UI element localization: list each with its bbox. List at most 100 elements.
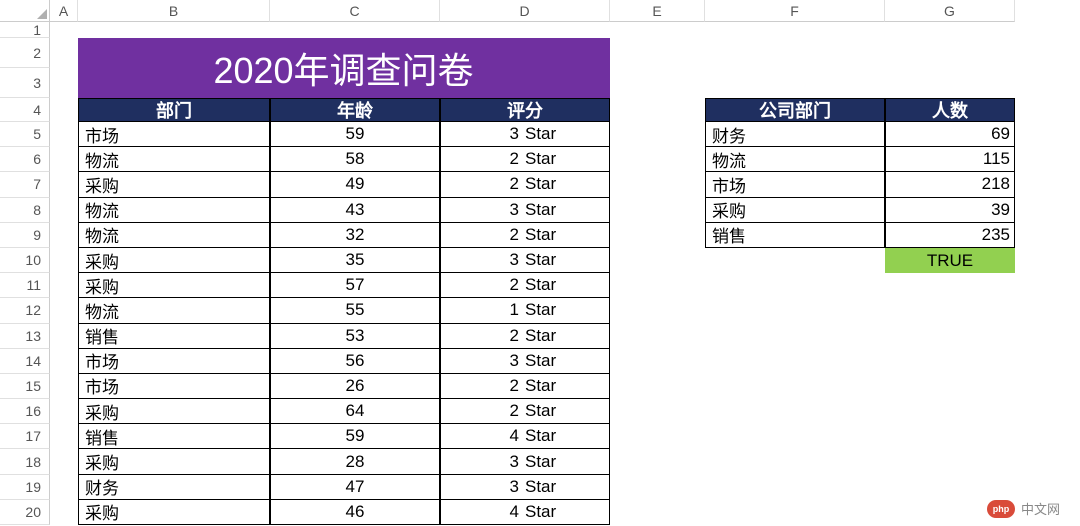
row-header-11[interactable]: 11 [0, 273, 50, 298]
col-header-C[interactable]: C [270, 0, 440, 22]
row-header-12[interactable]: 12 [0, 298, 50, 323]
main-cell-dept[interactable]: 财务 [78, 475, 270, 500]
cell-G11[interactable] [885, 273, 1015, 298]
main-cell-age[interactable]: 43 [270, 198, 440, 223]
main-cell-age[interactable]: 49 [270, 172, 440, 197]
summary-cell-count[interactable]: 235 [885, 223, 1015, 248]
main-cell-age[interactable]: 26 [270, 374, 440, 399]
main-cell-rating[interactable]: 2Star [440, 147, 610, 172]
cell-F1[interactable] [705, 22, 885, 38]
cell-F11[interactable] [705, 273, 885, 298]
cell-F2[interactable] [705, 38, 885, 68]
cell-E20[interactable] [610, 500, 705, 525]
main-cell-dept[interactable]: 销售 [78, 424, 270, 449]
summary-result[interactable]: TRUE [885, 248, 1015, 273]
cell-G15[interactable] [885, 374, 1015, 399]
summary-cell-count[interactable]: 39 [885, 198, 1015, 223]
main-cell-age[interactable]: 58 [270, 147, 440, 172]
cell-E17[interactable] [610, 424, 705, 449]
main-cell-age[interactable]: 32 [270, 223, 440, 248]
cell-A18[interactable] [50, 449, 78, 474]
cell-E2[interactable] [610, 38, 705, 68]
cell-E13[interactable] [610, 324, 705, 349]
cell-E10[interactable] [610, 248, 705, 273]
cell-E11[interactable] [610, 273, 705, 298]
col-header-G[interactable]: G [885, 0, 1015, 22]
main-cell-age[interactable]: 59 [270, 424, 440, 449]
cell-E3[interactable] [610, 68, 705, 98]
cell-E14[interactable] [610, 349, 705, 374]
main-cell-rating[interactable]: 2Star [440, 399, 610, 424]
summary-cell-dept[interactable]: 市场 [705, 172, 885, 197]
cell-A9[interactable] [50, 223, 78, 248]
row-header-4[interactable]: 4 [0, 98, 50, 122]
cell-A12[interactable] [50, 298, 78, 323]
cell-F19[interactable] [705, 475, 885, 500]
summary-cell-dept[interactable]: 财务 [705, 122, 885, 147]
cell-E7[interactable] [610, 172, 705, 197]
cell-E4[interactable] [610, 98, 705, 122]
col-header-B[interactable]: B [78, 0, 270, 22]
main-cell-dept[interactable]: 采购 [78, 399, 270, 424]
summary-cell-dept[interactable]: 物流 [705, 147, 885, 172]
main-header-dept[interactable]: 部门 [78, 98, 270, 122]
cell-A7[interactable] [50, 172, 78, 197]
cell-E8[interactable] [610, 198, 705, 223]
main-cell-rating[interactable]: 3Star [440, 449, 610, 474]
main-cell-age[interactable]: 59 [270, 122, 440, 147]
cell-E1[interactable] [610, 22, 705, 38]
row-header-16[interactable]: 16 [0, 399, 50, 424]
main-cell-dept[interactable]: 物流 [78, 198, 270, 223]
cell-A5[interactable] [50, 122, 78, 147]
main-cell-dept[interactable]: 物流 [78, 298, 270, 323]
main-cell-dept[interactable]: 市场 [78, 122, 270, 147]
cell-G18[interactable] [885, 449, 1015, 474]
main-cell-dept[interactable]: 市场 [78, 374, 270, 399]
row-header-13[interactable]: 13 [0, 324, 50, 349]
main-header-rating[interactable]: 评分 [440, 98, 610, 122]
cell-A4[interactable] [50, 98, 78, 122]
cell-E15[interactable] [610, 374, 705, 399]
cell-A8[interactable] [50, 198, 78, 223]
main-cell-rating[interactable]: 2Star [440, 172, 610, 197]
cell-E16[interactable] [610, 399, 705, 424]
cell-G3[interactable] [885, 68, 1015, 98]
cell-E9[interactable] [610, 223, 705, 248]
main-cell-age[interactable]: 53 [270, 324, 440, 349]
main-cell-age[interactable]: 55 [270, 298, 440, 323]
row-header-20[interactable]: 20 [0, 500, 50, 525]
main-cell-age[interactable]: 56 [270, 349, 440, 374]
row-header-3[interactable]: 3 [0, 68, 50, 98]
main-cell-rating[interactable]: 2Star [440, 273, 610, 298]
row-header-6[interactable]: 6 [0, 147, 50, 172]
cell-A10[interactable] [50, 248, 78, 273]
main-cell-dept[interactable]: 采购 [78, 172, 270, 197]
main-cell-dept[interactable]: 采购 [78, 273, 270, 298]
summary-header-count[interactable]: 人数 [885, 98, 1015, 122]
cell-G16[interactable] [885, 399, 1015, 424]
cell-F3[interactable] [705, 68, 885, 98]
main-cell-dept[interactable]: 销售 [78, 324, 270, 349]
cell-A6[interactable] [50, 147, 78, 172]
cell-G13[interactable] [885, 324, 1015, 349]
row-header-14[interactable]: 14 [0, 349, 50, 374]
summary-cell-count[interactable]: 218 [885, 172, 1015, 197]
main-cell-rating[interactable]: 3Star [440, 349, 610, 374]
cell-E19[interactable] [610, 475, 705, 500]
row-header-10[interactable]: 10 [0, 248, 50, 273]
cell-F10[interactable] [705, 248, 885, 273]
cell-F18[interactable] [705, 449, 885, 474]
main-cell-rating[interactable]: 3Star [440, 248, 610, 273]
main-cell-age[interactable]: 28 [270, 449, 440, 474]
cell-F12[interactable] [705, 298, 885, 323]
cell-A19[interactable] [50, 475, 78, 500]
main-cell-dept[interactable]: 市场 [78, 349, 270, 374]
main-cell-age[interactable]: 46 [270, 500, 440, 525]
col-header-F[interactable]: F [705, 0, 885, 22]
main-cell-rating[interactable]: 4Star [440, 424, 610, 449]
main-cell-rating[interactable]: 3Star [440, 122, 610, 147]
main-cell-age[interactable]: 35 [270, 248, 440, 273]
cell-A1[interactable] [50, 22, 78, 38]
row-header-9[interactable]: 9 [0, 223, 50, 248]
main-cell-dept[interactable]: 物流 [78, 223, 270, 248]
